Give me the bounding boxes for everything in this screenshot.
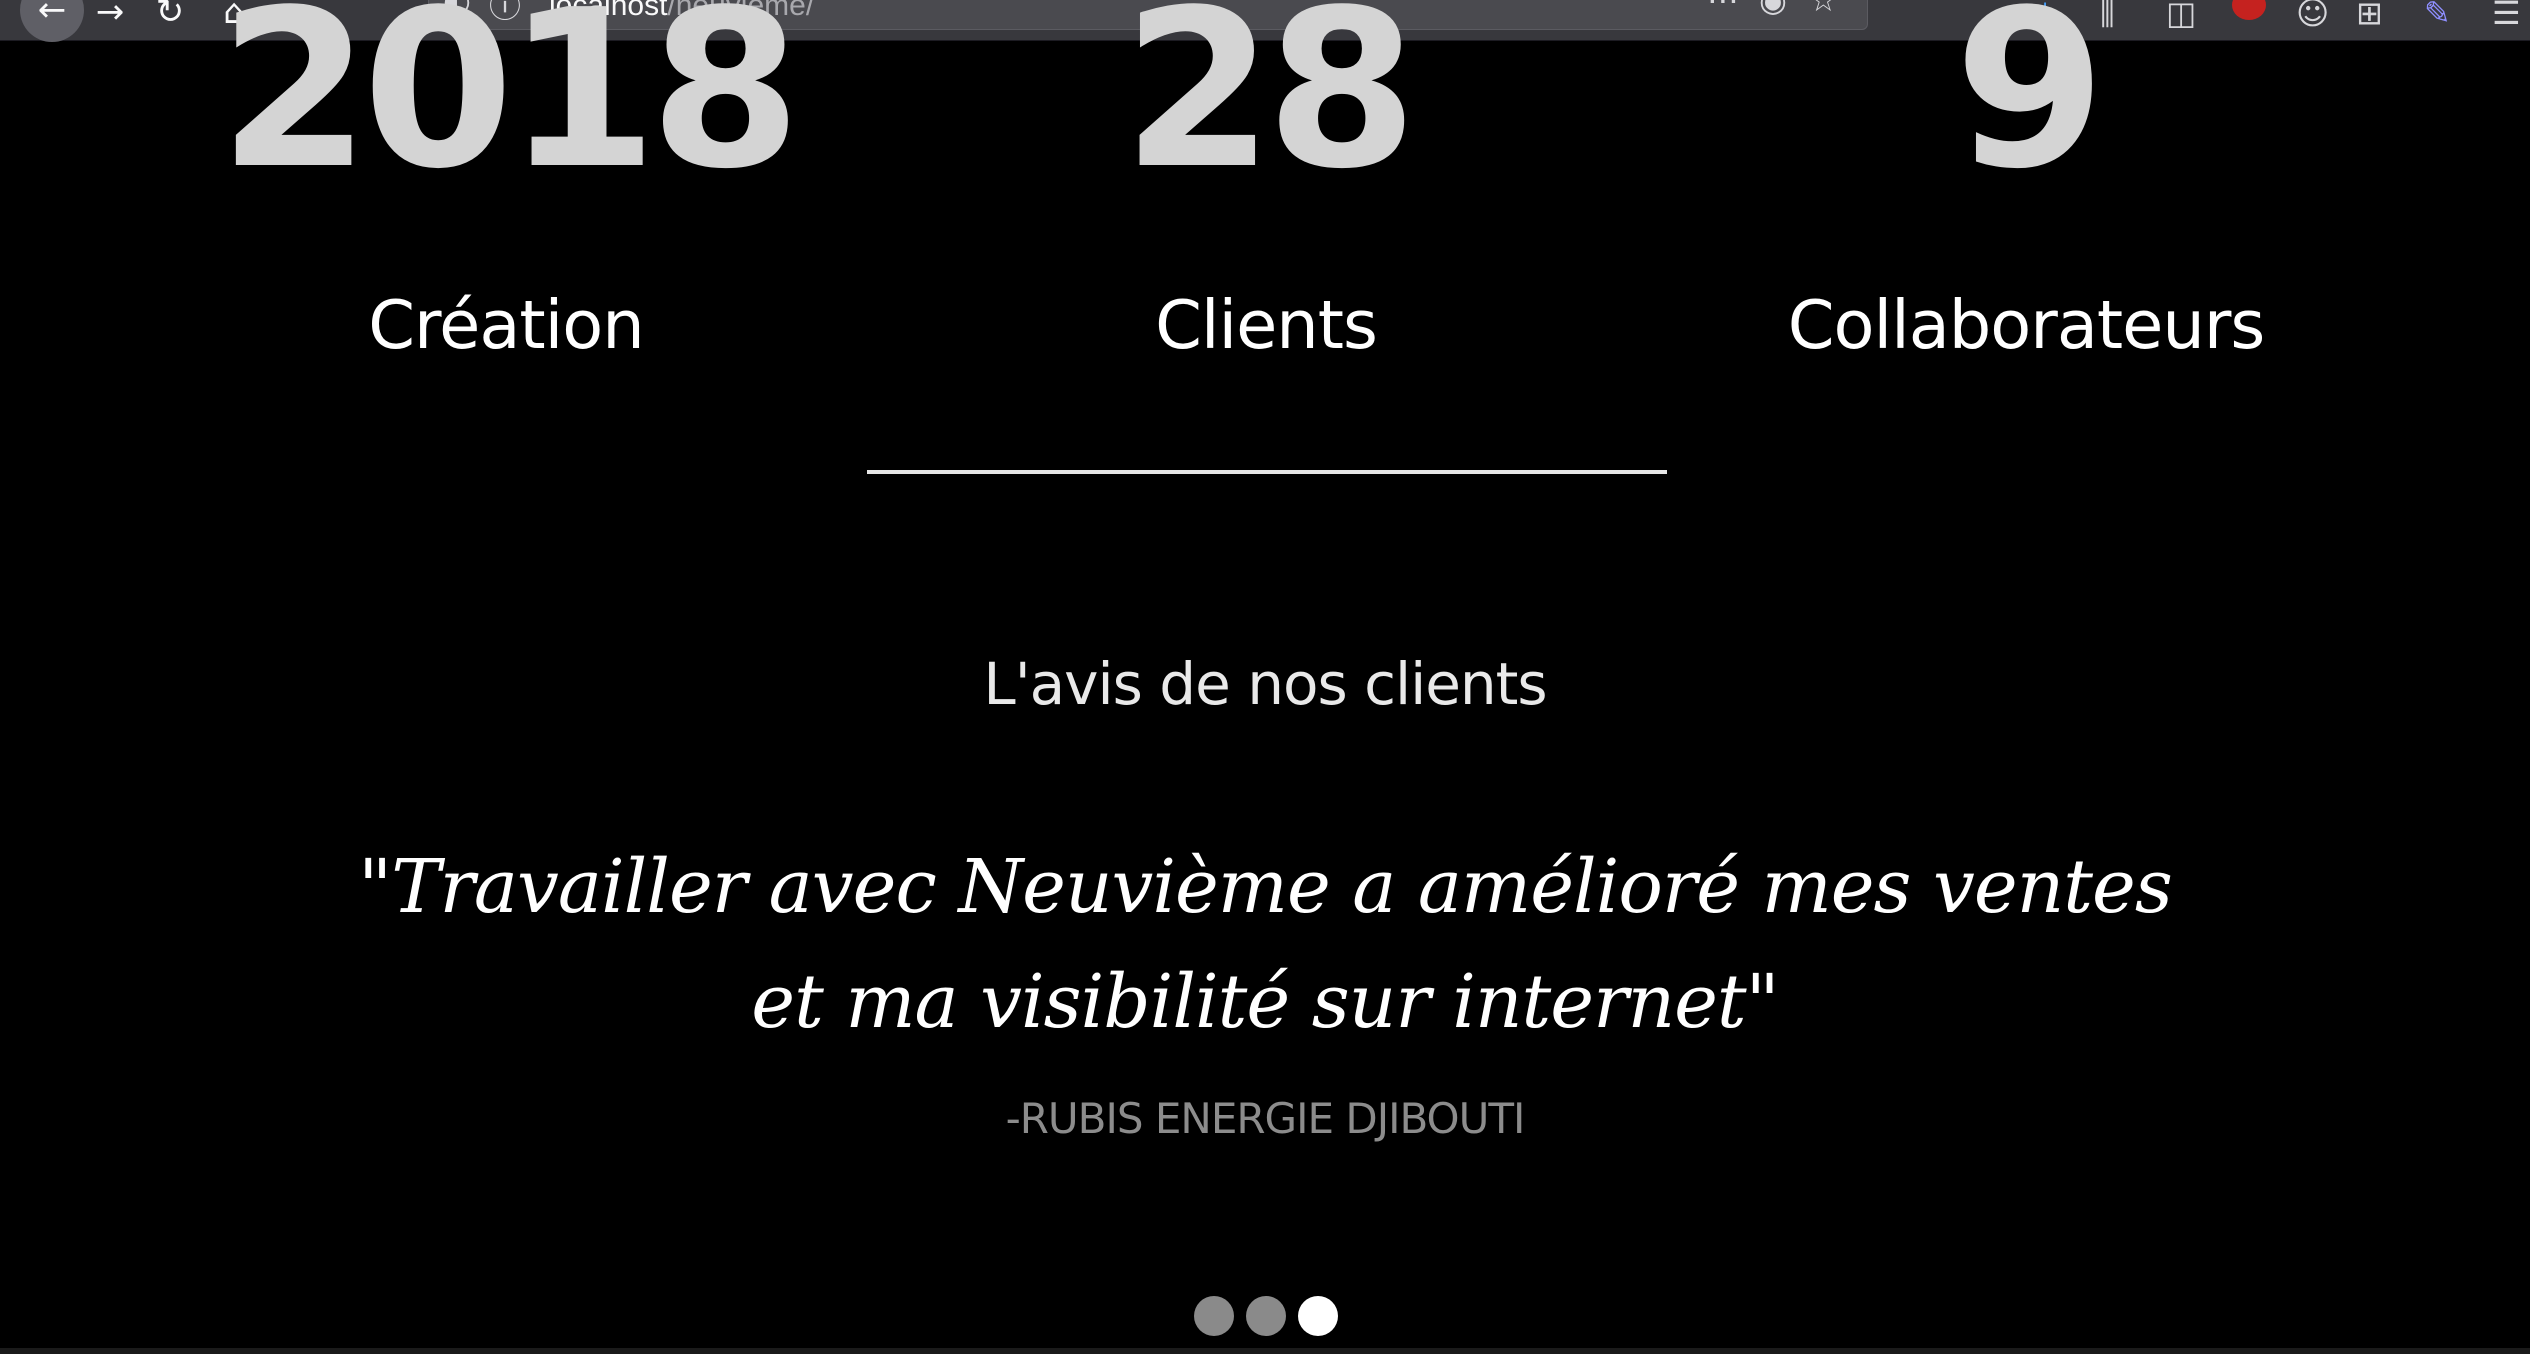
- carousel-dot-2[interactable]: [1246, 1296, 1286, 1336]
- menu-icon[interactable]: ☰: [2492, 0, 2521, 32]
- stat-label-creation: Création: [368, 286, 644, 364]
- page: ← → ↻ ⌂ ◐ ⓘ localhost/neuvieme/ ⋯ ◉ ☆ ⤓ …: [0, 0, 2530, 1354]
- testimonial-quote: "Travailler avec Neuvième a amélioré mes…: [358, 844, 2173, 1045]
- arrow-right-icon: →: [95, 0, 125, 32]
- carousel-dots: [1194, 1296, 1338, 1336]
- stat-number-clients: 28: [1122, 0, 1417, 217]
- extension-pen-icon[interactable]: ✎: [2424, 0, 2451, 32]
- testimonial-author: -RUBIS ENERGIE DJIBOUTI: [1005, 1094, 1526, 1143]
- forward-button[interactable]: →: [88, 0, 132, 34]
- arrow-left-icon: ←: [37, 0, 67, 30]
- testimonials-heading: L'avis de nos clients: [983, 650, 1547, 718]
- back-button[interactable]: ←: [20, 0, 84, 42]
- stat-number-creation: 2018: [218, 0, 802, 217]
- carousel-dot-3[interactable]: [1298, 1296, 1338, 1336]
- stat-label-clients: Clients: [1155, 286, 1378, 364]
- section-divider: [867, 470, 1667, 474]
- stat-number-collaborateurs: 9: [1954, 0, 2106, 217]
- bottom-edge: [0, 1348, 2530, 1354]
- carousel-dot-1[interactable]: [1194, 1296, 1234, 1336]
- stat-label-collaborateurs: Collaborateurs: [1787, 286, 2266, 364]
